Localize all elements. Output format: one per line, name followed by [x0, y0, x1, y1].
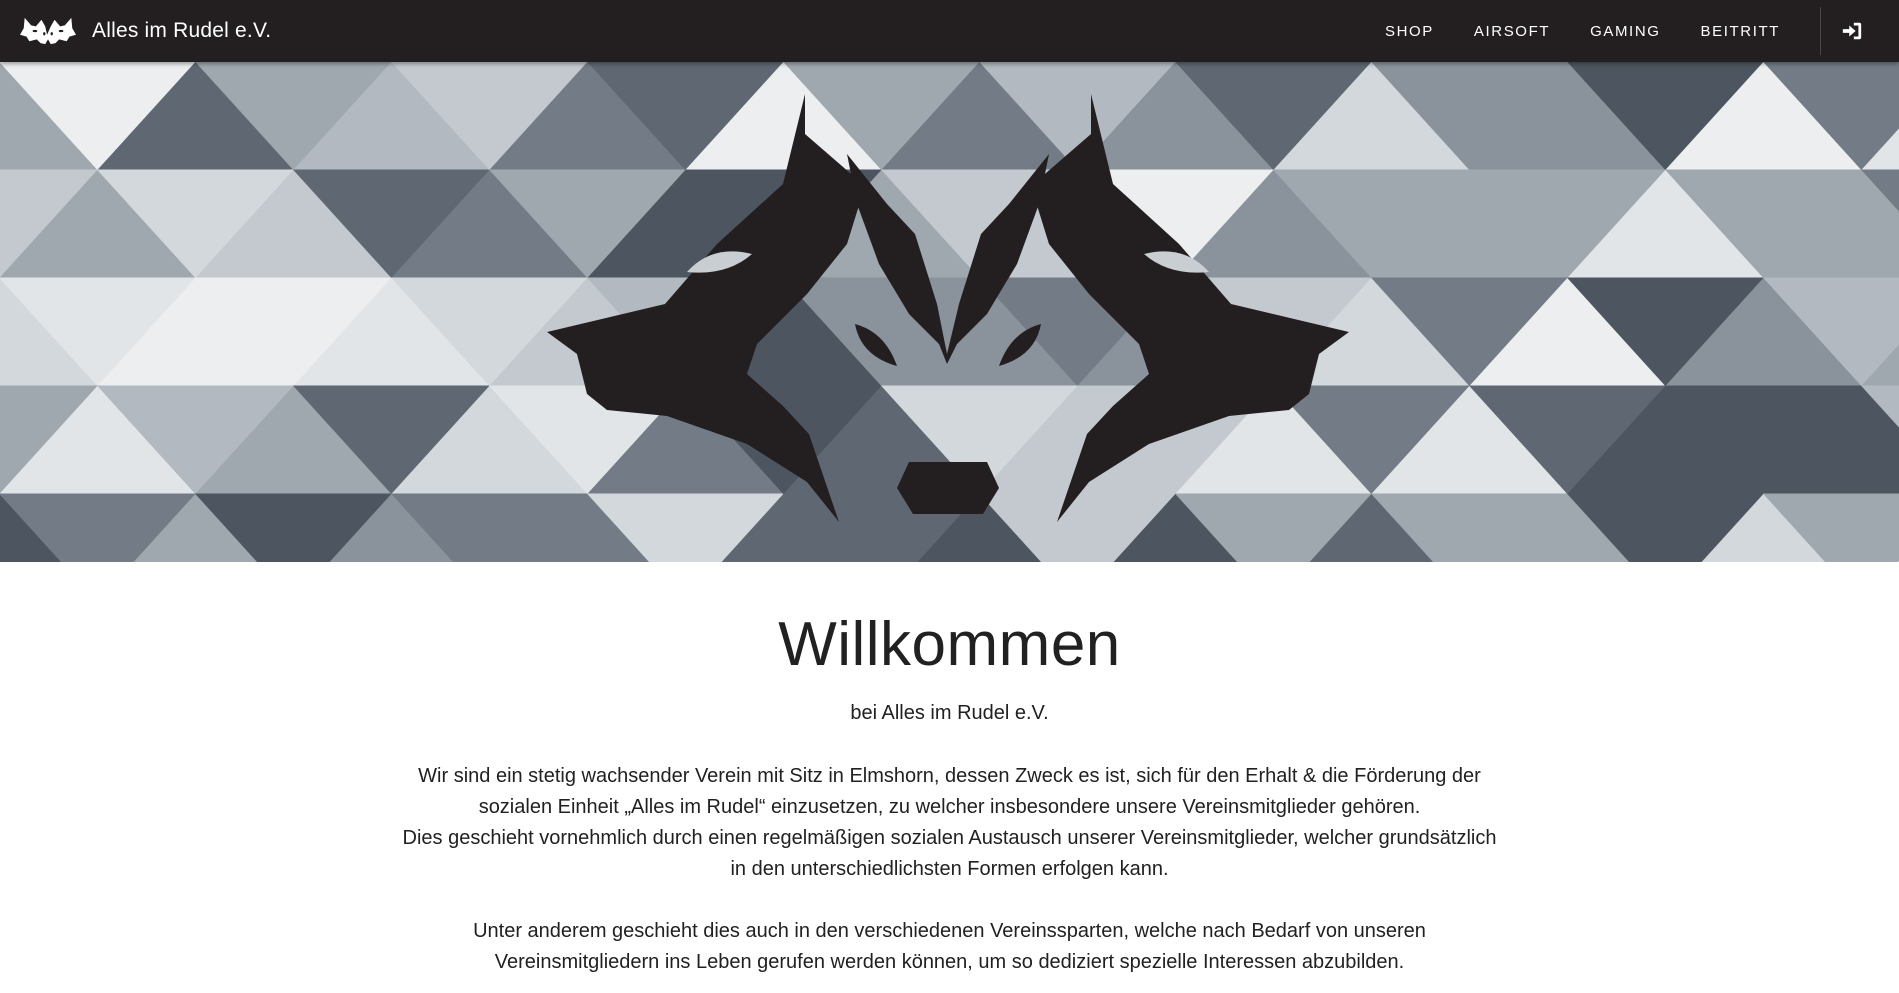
nav-link-gaming[interactable]: GAMING	[1590, 23, 1660, 40]
wolf-logo-icon	[20, 17, 76, 45]
nav-link-beitritt[interactable]: BEITRITT	[1701, 23, 1780, 40]
nav-menu: SHOP AIRSOFT GAMING BEITRITT	[1385, 0, 1899, 62]
nav-link-shop[interactable]: SHOP	[1385, 23, 1434, 40]
login-button[interactable]	[1841, 0, 1899, 62]
hero-banner	[0, 62, 1899, 562]
welcome-title: Willkommen	[778, 610, 1121, 679]
brand-name: Alles im Rudel e.V.	[92, 19, 272, 42]
sign-in-icon	[1842, 22, 1862, 40]
top-navbar: Alles im Rudel e.V. SHOP AIRSOFT GAMING …	[0, 0, 1899, 62]
brand-link[interactable]: Alles im Rudel e.V.	[20, 0, 271, 62]
divisions-paragraph: Unter anderem geschieht dies auch in den…	[370, 916, 1530, 978]
nav-link-airsoft[interactable]: AIRSOFT	[1474, 23, 1550, 40]
divisions-line: Vereinsmitgliedern ins Leben gerufen wer…	[494, 951, 1405, 973]
wolf-pack-logo-icon	[547, 94, 1349, 522]
intro-line: sozialen Einheit „Alles im Rudel“ einzus…	[478, 796, 1421, 818]
welcome-subtitle: bei Alles im Rudel e.V.	[850, 702, 1049, 724]
intro-line: Wir sind ein stetig wachsender Verein mi…	[418, 765, 1481, 787]
welcome-section: Willkommen bei Alles im Rudel e.V. Wir s…	[0, 562, 1899, 978]
intro-line: in den unterschiedlichsten Formen erfolg…	[730, 858, 1169, 880]
nav-divider	[1820, 7, 1821, 55]
divisions-line: Unter anderem geschieht dies auch in den…	[473, 920, 1426, 942]
intro-paragraph: Wir sind ein stetig wachsender Verein mi…	[370, 761, 1530, 885]
intro-line: Dies geschieht vornehmlich durch einen r…	[402, 827, 1497, 849]
